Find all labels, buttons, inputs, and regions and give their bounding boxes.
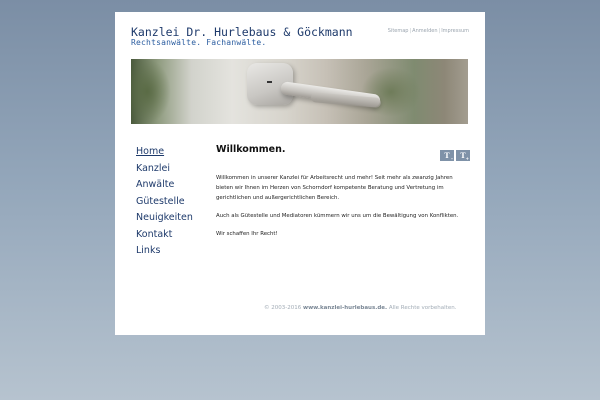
header-image-door-handle	[131, 59, 468, 124]
main-content: Willkommen. Willkommen in unserer Kanzle…	[216, 144, 471, 247]
nav-item-neuigkeiten[interactable]: Neuigkeiten	[136, 210, 193, 227]
nav-item-home[interactable]: Home	[136, 144, 193, 161]
impressum-link[interactable]: Impressum	[441, 28, 469, 34]
sitemap-link[interactable]: Sitemap	[388, 28, 409, 34]
nav-item-links[interactable]: Links	[136, 243, 193, 260]
login-link[interactable]: Anmelden	[412, 28, 437, 34]
nav-item-kontakt[interactable]: Kontakt	[136, 227, 193, 244]
top-links: Sitemap|Anmelden|Impressum	[388, 28, 469, 34]
footer-domain-link[interactable]: www.kanzlei-hurlebaus.de.	[303, 305, 387, 311]
hero-plant-right	[361, 67, 421, 117]
page-container: Kanzlei Dr. Hurlebaus & Göckmann Rechtsa…	[115, 12, 485, 335]
main-nav: Home Kanzlei Anwälte Gütestelle Neuigkei…	[136, 144, 193, 260]
nav-item-anwaelte[interactable]: Anwälte	[136, 177, 193, 194]
intro-paragraph: Willkommen in unserer Kanzlei für Arbeit…	[216, 175, 453, 201]
hero-plant-left	[131, 59, 171, 124]
separator: |	[438, 28, 441, 34]
nav-item-guetestelle[interactable]: Gütestelle	[136, 194, 193, 211]
nav-item-kanzlei[interactable]: Kanzlei	[136, 161, 193, 178]
page-heading: Willkommen.	[216, 144, 286, 155]
footer-copyright: © 2003-2016	[264, 305, 302, 311]
slogan-paragraph: Wir schaffen Ihr Recht!	[216, 231, 278, 237]
site-subtitle: Rechtsanwälte. Fachanwälte.	[131, 38, 267, 47]
mediation-paragraph: Auch als Gütestelle und Mediatoren kümme…	[216, 213, 459, 219]
separator: |	[409, 28, 412, 34]
footer-rights: Alle Rechte vorbehalten.	[388, 305, 457, 311]
footer: © 2003-2016 www.kanzlei-hurlebaus.de. Al…	[264, 305, 456, 311]
site-title[interactable]: Kanzlei Dr. Hurlebaus & Göckmann	[131, 25, 353, 39]
keyhole	[267, 81, 272, 83]
